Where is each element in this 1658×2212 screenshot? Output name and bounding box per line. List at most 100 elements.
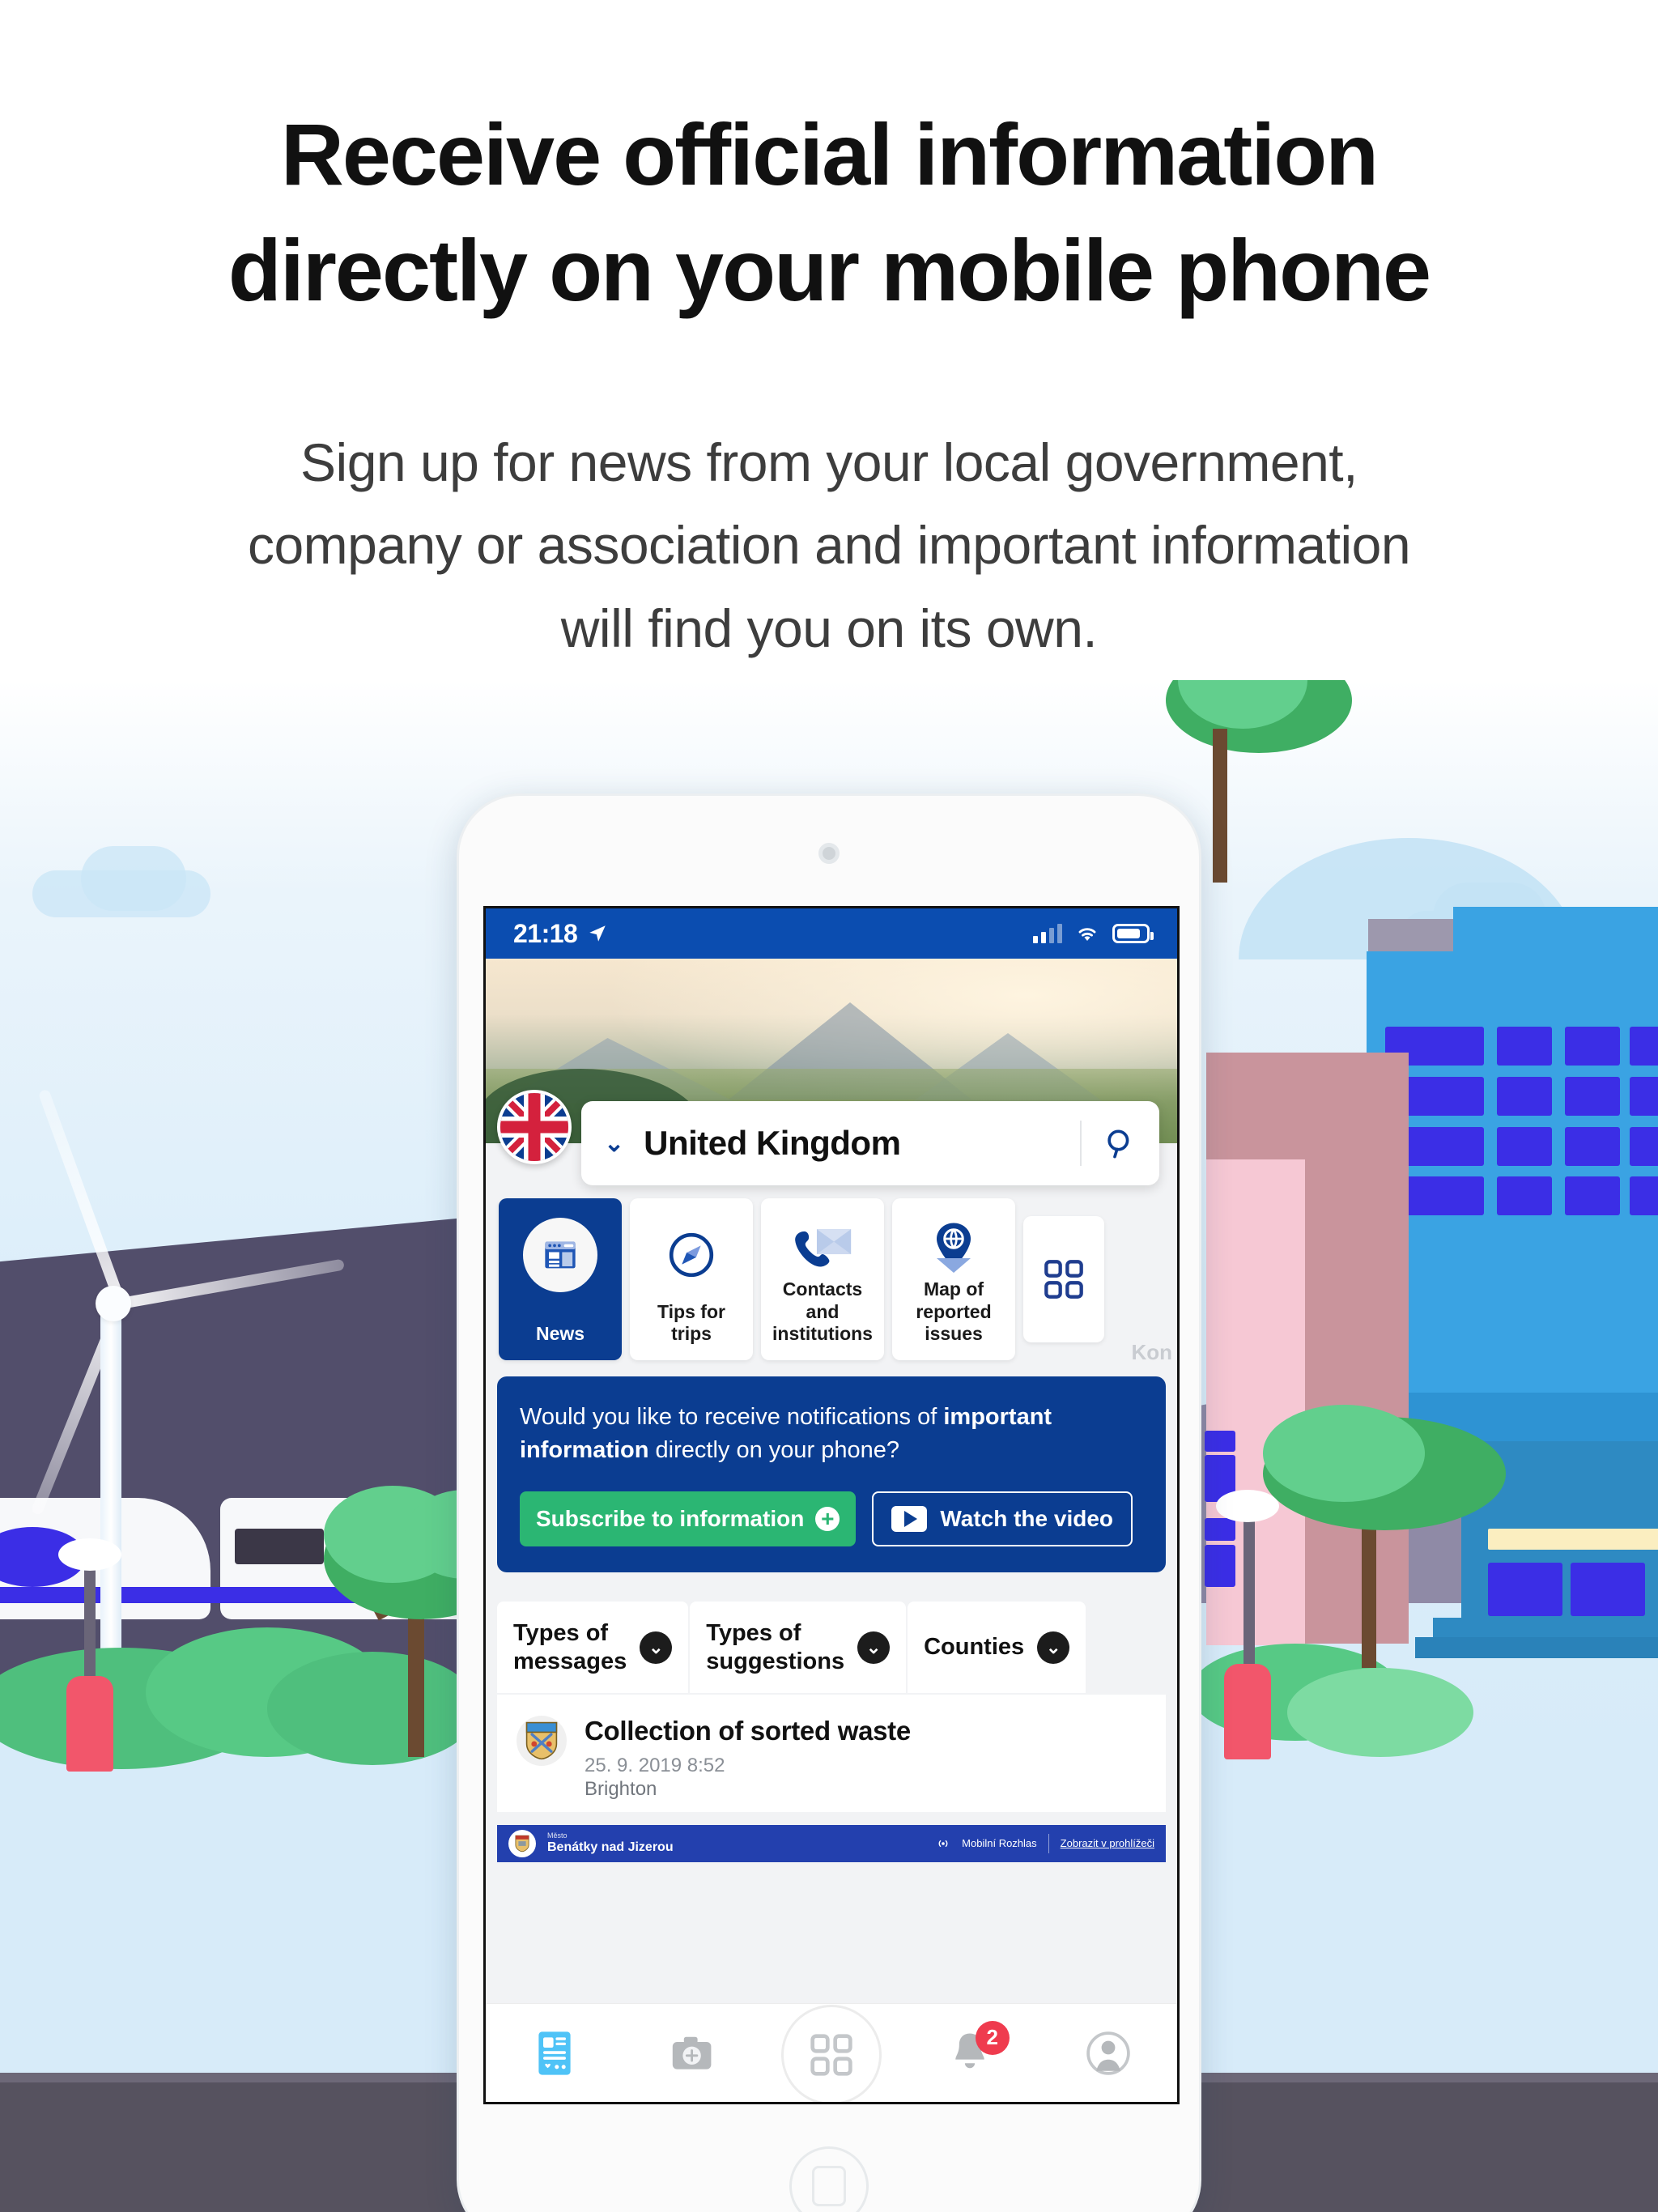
nav-item-feed[interactable]: [510, 2019, 599, 2087]
building-window: [1497, 1176, 1552, 1215]
tile-tips-for-trips[interactable]: Tips for trips: [630, 1198, 753, 1360]
building-window: [1630, 1027, 1658, 1066]
chip-types-of-messages[interactable]: Types of messages ⌄: [497, 1602, 689, 1693]
cellular-signal-icon: [1033, 924, 1062, 943]
bush-shape: [1287, 1668, 1473, 1757]
tree-trunk: [1362, 1514, 1376, 1668]
united-kingdom-flag-icon: [497, 1090, 572, 1164]
shop-window: [1571, 1563, 1645, 1616]
building-window: [1565, 1176, 1620, 1215]
promo-bar[interactable]: Město Benátky nad Jizerou Mobilní Rozhla…: [497, 1824, 1166, 1862]
chip-types-of-suggestions[interactable]: Types of suggestions ⌄: [690, 1602, 907, 1693]
watch-video-button[interactable]: Watch the video: [872, 1491, 1133, 1547]
cloud-icon: [81, 846, 186, 911]
post-box: [1224, 1664, 1271, 1759]
shop-steps: [1433, 1618, 1658, 1637]
watch-video-label: Watch the video: [940, 1506, 1114, 1532]
chevron-down-icon: ⌄: [604, 1129, 625, 1157]
nav-item-report[interactable]: [648, 2019, 738, 2087]
building-window: [1429, 1127, 1484, 1166]
tree-trunk: [1213, 729, 1227, 883]
turbine-hub: [96, 1286, 131, 1321]
page-headline: Receive official information directly on…: [0, 97, 1658, 328]
page-subheadline: Sign up for news from your local governm…: [92, 421, 1566, 670]
banner-text-part2: directly on your phone?: [648, 1437, 900, 1464]
building-window: [1630, 1077, 1658, 1116]
phone-mockup: 21:18 ⌄ United Kingdom News Tips for tri…: [457, 793, 1201, 2212]
chip-counties[interactable]: Counties ⌄: [908, 1602, 1086, 1693]
building-window: [1429, 1176, 1484, 1215]
headline-line-1: Receive official information: [280, 105, 1379, 203]
promo-small-label: Město: [547, 1831, 568, 1840]
nav-item-profile[interactable]: [1064, 2019, 1153, 2087]
subhead-line-3: will find you on its own.: [560, 598, 1098, 658]
news-page-icon: [523, 1218, 597, 1292]
tile-label: Tips for trips: [657, 1300, 725, 1345]
status-left: 21:18: [513, 919, 608, 949]
apps-center-button[interactable]: [780, 2004, 882, 2102]
status-bar: 21:18: [486, 908, 1177, 959]
promo-town-block: Město Benátky nad Jizerou: [547, 1831, 674, 1854]
phone-envelope-icon: [785, 1218, 860, 1278]
train-window: [235, 1529, 324, 1564]
banner-text: Would you like to receive notifications …: [520, 1401, 1143, 1467]
plus-circle-icon: +: [815, 1507, 840, 1532]
building-window: [1205, 1431, 1235, 1452]
user-avatar-icon: [1086, 2031, 1130, 2075]
filter-chips: Types of messages ⌄ Types of suggestions ⌄…: [497, 1602, 1166, 1693]
promo-screenshot: Receive official information directly on…: [0, 0, 1658, 2212]
location-arrow-icon: [589, 925, 606, 942]
chevron-down-icon: ⌄: [640, 1631, 673, 1664]
category-tiles: News Tips for trips Contacts and institu…: [486, 1185, 1177, 1373]
search-icon[interactable]: [1082, 1126, 1159, 1160]
grid-apps-icon: [810, 2033, 852, 2076]
news-text-block: Collection of sorted waste 25. 9. 2019 8…: [585, 1716, 911, 1801]
bush-shape: [267, 1652, 478, 1765]
grid-apps-icon: [1027, 1242, 1101, 1317]
subhead-line-1: Sign up for news from your local governm…: [300, 432, 1358, 492]
chevron-down-icon: ⌄: [857, 1631, 891, 1664]
tree-trunk: [408, 1595, 424, 1757]
news-date: 25. 9. 2019 8:52: [585, 1754, 725, 1776]
lamp-head: [1216, 1490, 1279, 1522]
nav-item-notifications[interactable]: 2: [925, 2019, 1014, 2087]
tile-label: Map of reported issues: [916, 1278, 992, 1345]
banner-text-part1: Would you like to receive notifications …: [520, 1404, 944, 1430]
news-list-item[interactable]: Collection of sorted waste 25. 9. 2019 8…: [497, 1694, 1166, 1812]
building-window: [1205, 1518, 1235, 1541]
subscribe-button[interactable]: Subscribe to information +: [520, 1491, 857, 1547]
promo-brand: Mobilní Rozhlas: [962, 1837, 1037, 1850]
tile-label: Contacts and institutions: [772, 1278, 873, 1345]
camera-plus-icon: [672, 2036, 712, 2069]
shop-sign: [1488, 1529, 1658, 1550]
bottom-navigation: 2: [486, 2003, 1177, 2102]
building-window: [1205, 1545, 1235, 1587]
tile-news[interactable]: News: [499, 1198, 622, 1360]
promo-right-block: Mobilní Rozhlas Zobrazit v prohlížeči: [936, 1833, 1154, 1853]
subhead-line-2: company or association and important inf…: [247, 515, 1411, 576]
subscribe-label: Subscribe to information: [536, 1506, 805, 1532]
building-window: [1565, 1127, 1620, 1166]
country-select[interactable]: ⌄ United Kingdom: [581, 1101, 1159, 1185]
subscribe-banner: Would you like to receive notifications …: [497, 1376, 1166, 1573]
lamp-head: [58, 1538, 121, 1571]
tile-map-of-reported-issues[interactable]: Map of reported issues: [892, 1198, 1015, 1360]
country-selector-row: ⌄ United Kingdom: [486, 1090, 1177, 1185]
divider: [1048, 1833, 1049, 1853]
battery-icon: [1112, 924, 1154, 943]
post-box: [66, 1676, 113, 1772]
news-title: Collection of sorted waste: [585, 1715, 911, 1746]
tile-more-ghost-label: Kon: [1131, 1340, 1172, 1364]
status-right: [1033, 924, 1154, 943]
promo-browser-link[interactable]: Zobrazit v prohlížeči: [1061, 1837, 1154, 1849]
nav-item-apps[interactable]: [780, 2004, 882, 2102]
headline-line-2: directly on your mobile phone: [227, 220, 1431, 319]
home-button[interactable]: [789, 2146, 869, 2212]
tile-contacts-and-institutions[interactable]: Contacts and institutions: [761, 1198, 884, 1360]
wifi-icon: [1078, 928, 1096, 941]
tile-more-apps[interactable]: [1023, 1216, 1104, 1342]
building-window: [1565, 1027, 1620, 1066]
building-window: [1429, 1077, 1484, 1116]
building-window: [1497, 1077, 1552, 1116]
banner-actions: Subscribe to information + Watch the vid…: [520, 1491, 1143, 1547]
